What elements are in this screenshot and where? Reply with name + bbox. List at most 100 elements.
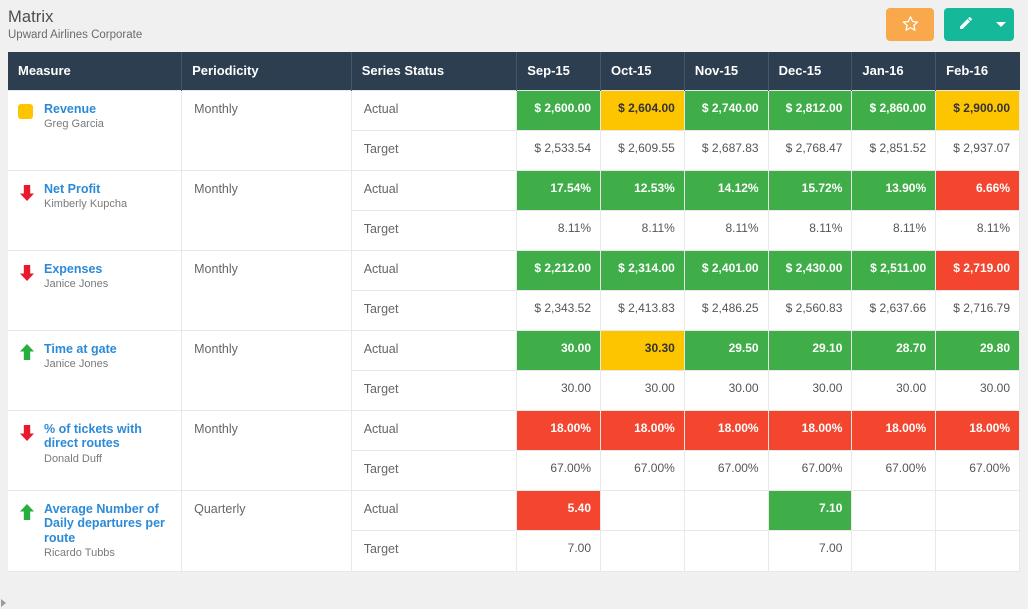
target-value-cell[interactable]: $ 2,768.47 (767, 129, 853, 171)
edit-dropdown-button[interactable] (988, 8, 1014, 41)
target-value-cell[interactable]: 8.11% (851, 209, 937, 251)
actual-value-cell[interactable]: $ 2,401.00 (683, 249, 769, 291)
series-status-actual: Actual (350, 329, 518, 371)
target-value-cell[interactable]: $ 2,851.52 (851, 129, 937, 171)
table-row: Average Number of Daily departures per r… (8, 489, 1020, 572)
arrow-down-icon (18, 183, 36, 202)
target-value-cell[interactable]: $ 2,560.83 (767, 289, 853, 331)
actual-value-cell[interactable]: 18.00% (935, 409, 1020, 451)
target-value-cell[interactable]: 30.00 (851, 369, 937, 411)
measure-name-link[interactable]: % of tickets with direct routes (44, 422, 171, 451)
column-header-measure[interactable]: Measure (8, 52, 183, 90)
actual-value-cell[interactable]: $ 2,430.00 (767, 249, 853, 291)
actual-value-cell[interactable]: 29.50 (683, 329, 769, 371)
target-value-cell[interactable]: 8.11% (516, 209, 602, 251)
measure-cell: Net Profit Kimberly Kupcha (8, 169, 183, 251)
target-value-cell[interactable]: $ 2,413.83 (600, 289, 685, 331)
actual-value-cell[interactable]: $ 2,740.00 (683, 89, 769, 131)
horizontal-scroll-indicator[interactable] (0, 599, 8, 609)
edit-button[interactable] (944, 8, 988, 41)
actual-value-cell[interactable]: $ 2,600.00 (516, 89, 602, 131)
column-header-month-0[interactable]: Sep-15 (516, 52, 602, 90)
actual-value-cell[interactable] (600, 489, 685, 532)
target-value-cell[interactable]: $ 2,486.25 (683, 289, 769, 331)
actual-value-cell[interactable] (851, 489, 937, 532)
target-value-cell[interactable]: 30.00 (516, 369, 602, 411)
actual-value-cell[interactable]: 12.53% (600, 169, 685, 211)
periodicity-cell: Monthly (181, 249, 352, 331)
measure-name-link[interactable]: Time at gate (44, 342, 171, 357)
actual-value-cell[interactable]: $ 2,511.00 (851, 249, 937, 291)
actual-value-cell[interactable]: 7.10 (767, 489, 853, 532)
matrix-table-container: Measure Periodicity Series Status Sep-15… (8, 52, 1020, 572)
target-value-cell[interactable]: 30.00 (767, 369, 853, 411)
actual-value-cell[interactable]: 30.00 (516, 329, 602, 371)
target-value-cell[interactable]: 8.11% (935, 209, 1020, 251)
actual-value-cell[interactable]: 18.00% (767, 409, 853, 451)
target-value-cell[interactable]: $ 2,609.55 (600, 129, 685, 171)
periodicity-cell: Monthly (181, 169, 352, 251)
measure-name-link[interactable]: Expenses (44, 262, 171, 277)
actual-value-cell[interactable]: 18.00% (851, 409, 937, 451)
target-value-cell[interactable]: 30.00 (683, 369, 769, 411)
actual-value-cell[interactable]: $ 2,604.00 (600, 89, 685, 131)
target-value-cell[interactable]: $ 2,687.83 (683, 129, 769, 171)
actual-value-cell[interactable]: $ 2,860.00 (851, 89, 937, 131)
actual-value-cell[interactable]: 29.10 (767, 329, 853, 371)
target-value-cell[interactable] (600, 530, 685, 572)
series-status-actual: Actual (350, 249, 518, 291)
actual-value-cell[interactable]: 18.00% (683, 409, 769, 451)
favorite-star-button[interactable] (886, 8, 934, 41)
target-value-cell[interactable]: 67.00% (935, 449, 1020, 491)
target-value-cell[interactable]: 67.00% (683, 449, 769, 491)
column-header-month-2[interactable]: Nov-15 (684, 52, 769, 90)
actual-value-cell[interactable] (935, 489, 1020, 532)
target-value-cell[interactable] (851, 530, 937, 572)
column-header-month-5[interactable]: Feb-16 (935, 52, 1020, 90)
actual-value-cell[interactable]: $ 2,314.00 (600, 249, 685, 291)
target-value-cell[interactable]: 67.00% (851, 449, 937, 491)
actual-value-cell[interactable]: $ 2,719.00 (935, 249, 1020, 291)
actual-value-cell[interactable]: 18.00% (600, 409, 685, 451)
actual-value-cell[interactable]: 30.30 (600, 329, 685, 371)
actual-value-cell[interactable]: 15.72% (767, 169, 853, 211)
actual-value-cell[interactable]: $ 2,900.00 (935, 89, 1020, 131)
actual-value-cell[interactable]: 13.90% (851, 169, 937, 211)
column-header-month-4[interactable]: Jan-16 (851, 52, 937, 90)
target-value-cell[interactable]: $ 2,716.79 (935, 289, 1020, 331)
table-header-row: Measure Periodicity Series Status Sep-15… (8, 52, 1020, 90)
target-value-cell[interactable]: 67.00% (600, 449, 685, 491)
actual-value-cell[interactable]: 17.54% (516, 169, 602, 211)
actual-value-cell[interactable]: 5.40 (516, 489, 602, 532)
column-header-series-status[interactable]: Series Status (351, 52, 518, 90)
target-value-cell[interactable]: $ 2,937.07 (935, 129, 1020, 171)
measure-name-link[interactable]: Net Profit (44, 182, 171, 197)
actual-value-cell[interactable]: 29.80 (935, 329, 1020, 371)
actual-value-cell[interactable]: 14.12% (683, 169, 769, 211)
actual-value-cell[interactable] (683, 489, 769, 532)
actual-value-cell[interactable]: $ 2,812.00 (767, 89, 853, 131)
actual-value-cell[interactable]: 28.70 (851, 329, 937, 371)
column-header-periodicity[interactable]: Periodicity (181, 52, 352, 90)
target-value-cell[interactable] (683, 530, 769, 572)
target-value-cell[interactable]: 67.00% (767, 449, 853, 491)
target-value-cell[interactable]: 8.11% (767, 209, 853, 251)
target-value-cell[interactable]: $ 2,343.52 (516, 289, 602, 331)
target-value-cell[interactable] (935, 530, 1020, 572)
target-value-cell[interactable]: 7.00 (516, 530, 602, 572)
column-header-month-1[interactable]: Oct-15 (600, 52, 685, 90)
target-value-cell[interactable]: 8.11% (683, 209, 769, 251)
column-header-month-3[interactable]: Dec-15 (768, 52, 853, 90)
measure-name-link[interactable]: Revenue (44, 102, 171, 117)
target-value-cell[interactable]: 30.00 (935, 369, 1020, 411)
target-value-cell[interactable]: 7.00 (767, 530, 853, 572)
measure-name-link[interactable]: Average Number of Daily departures per r… (44, 502, 171, 546)
target-value-cell[interactable]: 8.11% (600, 209, 685, 251)
target-value-cell[interactable]: $ 2,637.66 (851, 289, 937, 331)
target-value-cell[interactable]: 67.00% (516, 449, 602, 491)
target-value-cell[interactable]: 30.00 (600, 369, 685, 411)
target-value-cell[interactable]: $ 2,533.54 (516, 129, 602, 171)
actual-value-cell[interactable]: 6.66% (935, 169, 1020, 211)
actual-value-cell[interactable]: $ 2,212.00 (516, 249, 602, 291)
actual-value-cell[interactable]: 18.00% (516, 409, 602, 451)
